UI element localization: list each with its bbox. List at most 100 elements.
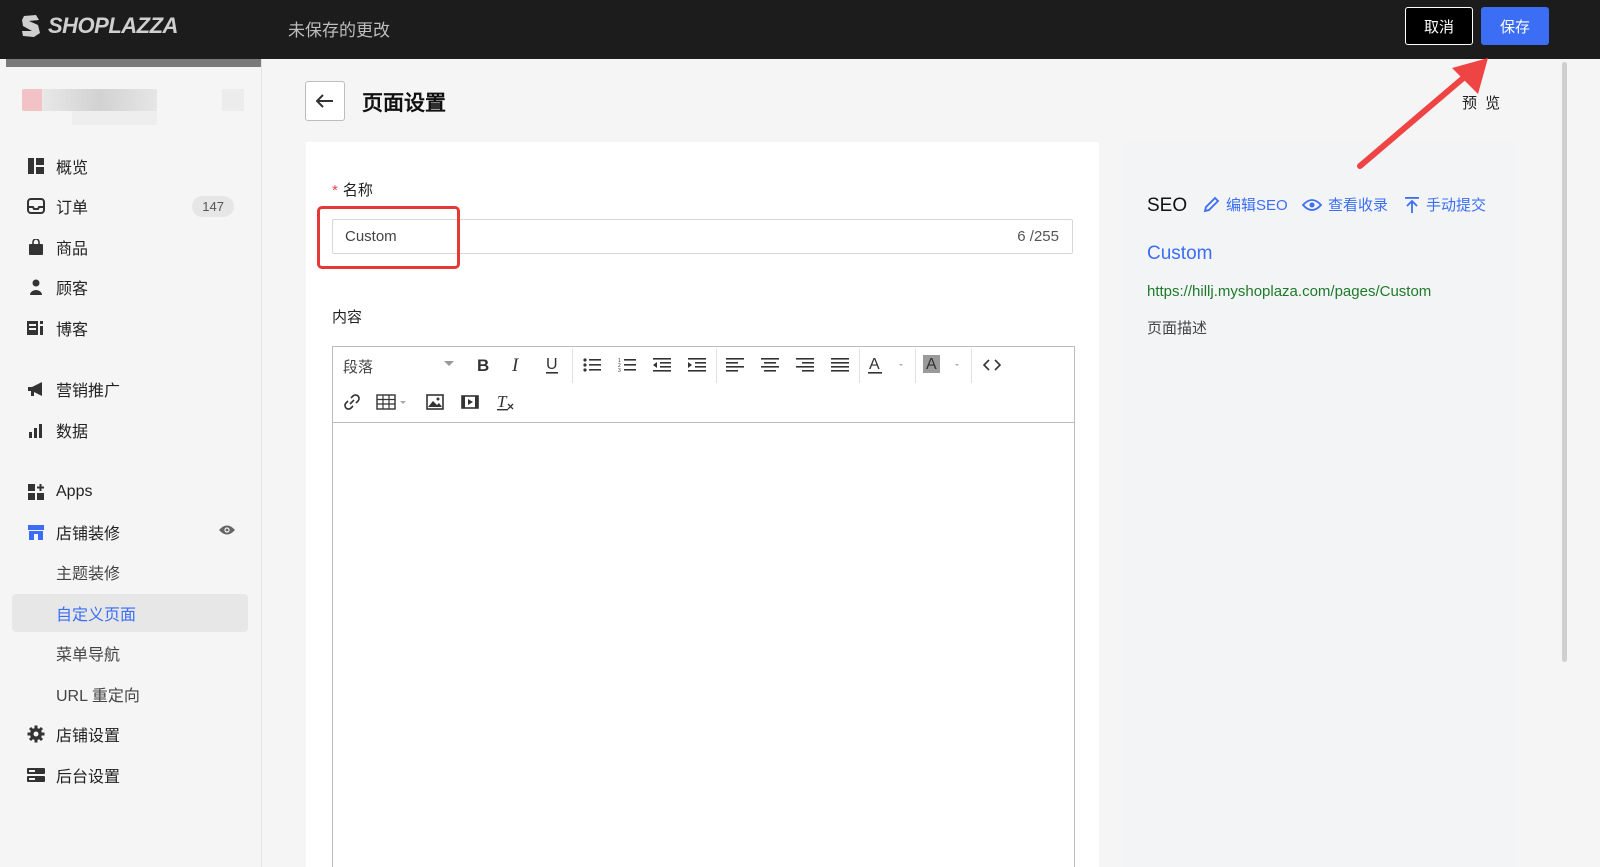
view-indexing-link[interactable]: 查看收录 [1302, 194, 1388, 215]
sidebar-item-blog[interactable]: 博客 [12, 309, 248, 347]
pencil-icon [1203, 196, 1220, 212]
store-icon [26, 522, 46, 542]
unsaved-changes-text: 未保存的更改 [288, 21, 390, 40]
gear-icon [26, 724, 46, 744]
align-right-icon[interactable] [794, 353, 816, 377]
page-title: 页面设置 [362, 92, 446, 115]
arrow-left-icon [316, 94, 333, 108]
seo-preview-title: Custom [1147, 243, 1213, 264]
sidebar-item-themes[interactable]: 主题装修 [12, 553, 248, 591]
bullet-list-icon[interactable] [581, 353, 603, 377]
sidebar-item-label: Apps [56, 483, 93, 500]
sidebar-item-marketing[interactable]: 营销推广 [12, 370, 248, 408]
top-bar: SHOPLAZZA 未保存的更改 取消 保存 [0, 0, 1600, 59]
inbox-icon [26, 196, 46, 216]
sidebar-item-overview[interactable]: 概览 [12, 147, 248, 185]
edit-seo-link[interactable]: 编辑SEO [1202, 194, 1288, 215]
numbered-list-icon[interactable]: 123 [616, 353, 638, 377]
page-form-card: * 名称 Custom 6 /255 内容 段落 B I U 123 A A T [306, 142, 1099, 867]
manual-submit-link[interactable]: 手动提交 [1404, 194, 1486, 215]
sidebar-item-customers[interactable]: 顾客 [12, 268, 248, 306]
logo-text: SHOPLAZZA [48, 13, 178, 38]
sidebar-item-label: 概览 [56, 160, 89, 177]
sidebar-item-label: URL 重定向 [56, 688, 140, 705]
sidebar: 概览 订单 147 商品 顾客 博客 营销推广 数据 Apps 店铺装修 主题装… [0, 59, 262, 867]
underline-icon[interactable]: U [542, 353, 562, 377]
image-icon[interactable] [424, 390, 446, 414]
bar-chart-icon [26, 420, 46, 440]
sidebar-item-store-design[interactable]: 店铺装修 [12, 513, 248, 551]
svg-text:B: B [477, 357, 489, 373]
sidebar-item-label: 自定义页面 [56, 607, 137, 624]
edit-seo-label: 编辑SEO [1226, 197, 1288, 214]
svg-text:A: A [869, 356, 880, 373]
svg-text:A: A [926, 356, 937, 373]
outdent-icon[interactable] [651, 353, 673, 377]
content-field-label: 内容 [332, 309, 363, 326]
eye-icon[interactable] [218, 523, 236, 541]
cancel-button[interactable]: 取消 [1405, 7, 1473, 45]
sidebar-item-apps[interactable]: Apps [12, 473, 248, 511]
sidebar-item-menu-navigation[interactable]: 菜单导航 [12, 634, 248, 672]
font-color-icon[interactable]: A [867, 353, 907, 377]
sidebar-item-products[interactable]: 商品 [12, 228, 248, 266]
sidebar-item-label: 店铺设置 [56, 728, 121, 745]
editor-content-area[interactable] [333, 424, 1074, 867]
sidebar-item-custom-pages[interactable]: 自定义页面 [12, 594, 248, 632]
sidebar-item-admin-settings[interactable]: 后台设置 [12, 756, 248, 794]
svg-text:T: T [497, 393, 508, 411]
background-color-icon[interactable]: A [923, 353, 963, 377]
align-center-icon[interactable] [759, 353, 781, 377]
rich-text-editor[interactable]: 段落 B I U 123 A A T [332, 346, 1075, 867]
name-highlight-annotation [317, 206, 460, 269]
shoplazza-logo[interactable]: SHOPLAZZA [20, 13, 178, 39]
seo-title: SEO [1147, 195, 1188, 216]
align-left-icon[interactable] [724, 353, 746, 377]
svg-text:I: I [511, 357, 520, 373]
name-label-text: 名称 [342, 182, 373, 199]
back-button[interactable] [305, 81, 345, 121]
seo-preview-url: https://hillj.myshoplaza.com/pages/Custo… [1147, 283, 1432, 300]
link-icon[interactable] [341, 390, 363, 414]
sidebar-item-label: 店铺装修 [56, 526, 121, 543]
required-mark: * [332, 182, 338, 199]
caret-down-icon [444, 361, 454, 366]
sidebar-item-url-redirect[interactable]: URL 重定向 [12, 675, 248, 713]
sidebar-item-store-settings[interactable]: 店铺设置 [12, 715, 248, 753]
orders-count-badge: 147 [192, 196, 234, 217]
italic-icon[interactable]: I [507, 353, 527, 377]
save-button[interactable]: 保存 [1481, 7, 1549, 45]
apps-icon [26, 482, 46, 502]
clear-format-icon[interactable]: T [494, 390, 516, 414]
upload-icon [1405, 196, 1419, 213]
editor-toolbar: 段落 B I U 123 A A T [333, 347, 1074, 423]
name-char-count: 6 /255 [1017, 228, 1059, 245]
store-name-blurred[interactable] [22, 87, 247, 127]
indent-icon[interactable] [686, 353, 708, 377]
source-code-icon[interactable] [981, 353, 1003, 377]
page-scrollbar[interactable] [1562, 62, 1567, 662]
person-icon [26, 277, 46, 297]
sidebar-item-analytics[interactable]: 数据 [12, 411, 248, 449]
sidebar-item-label: 菜单导航 [56, 647, 121, 664]
sidebar-item-label: 商品 [56, 241, 89, 258]
align-justify-icon[interactable] [829, 353, 851, 377]
manual-submit-label: 手动提交 [1426, 197, 1487, 214]
blog-icon [26, 318, 46, 338]
sidebar-item-label: 数据 [56, 424, 89, 441]
sidebar-item-label: 博客 [56, 322, 89, 339]
seo-card: SEO 编辑SEO 查看收录 手动提交 Custom https://hillj… [1122, 142, 1515, 867]
server-icon [26, 765, 46, 785]
view-indexing-label: 查看收录 [1328, 197, 1389, 214]
sidebar-item-label: 主题装修 [56, 566, 121, 583]
video-icon[interactable] [459, 390, 481, 414]
name-field-label: * 名称 [332, 179, 373, 200]
bag-icon [26, 237, 46, 257]
dashboard-icon [26, 156, 46, 176]
paragraph-select[interactable]: 段落 [343, 356, 373, 377]
bold-icon[interactable]: B [473, 353, 493, 377]
sidebar-item-label: 顾客 [56, 281, 89, 298]
sidebar-item-orders[interactable]: 订单 147 [12, 187, 248, 225]
preview-link[interactable]: 预 览 [1462, 92, 1502, 113]
table-icon[interactable] [376, 390, 412, 414]
